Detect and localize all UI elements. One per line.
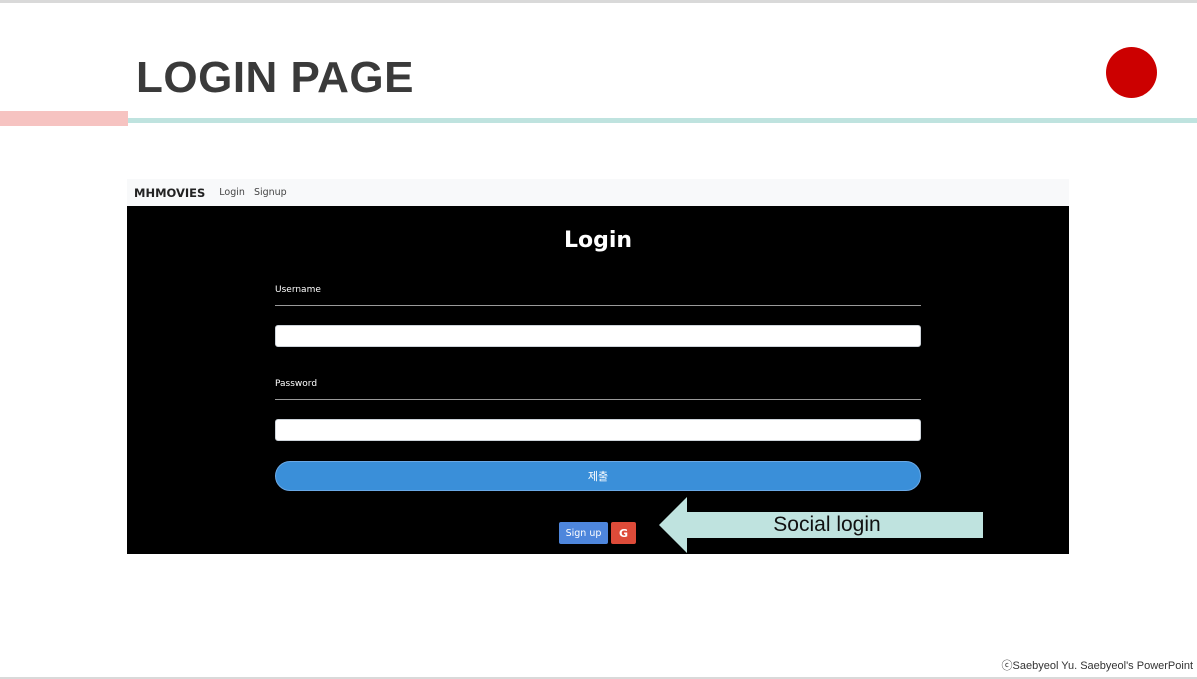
username-input[interactable] <box>275 325 921 347</box>
red-circle-icon <box>1106 47 1157 98</box>
social-login-callout: Social login <box>659 497 983 553</box>
top-rule <box>0 0 1197 3</box>
callout-text: Social login <box>773 513 881 536</box>
login-heading: Login <box>563 228 633 253</box>
password-divider <box>275 399 921 400</box>
slide-title: LOGIN PAGE <box>136 53 414 102</box>
submit-button[interactable]: 제출 <box>275 461 921 491</box>
google-login-button[interactable]: G <box>611 522 636 544</box>
nav-link-signup[interactable]: Signup <box>254 187 287 198</box>
google-icon: G <box>618 526 629 540</box>
accent-bar-pink <box>0 111 128 126</box>
navbar: MHMOVIES Login Signup <box>127 179 1069 206</box>
username-label: Username <box>275 285 321 295</box>
signup-button[interactable]: Sign up <box>559 522 608 544</box>
copyright-text: ⓒSaebyeol Yu. Saebyeol's PowerPoint <box>1001 660 1193 672</box>
nav-link-login[interactable]: Login <box>219 187 245 198</box>
password-label: Password <box>275 379 318 389</box>
password-input[interactable] <box>275 419 921 441</box>
accent-bar-teal <box>128 118 1197 123</box>
username-divider <box>275 305 921 306</box>
navbar-brand[interactable]: MHMOVIES <box>134 186 205 200</box>
